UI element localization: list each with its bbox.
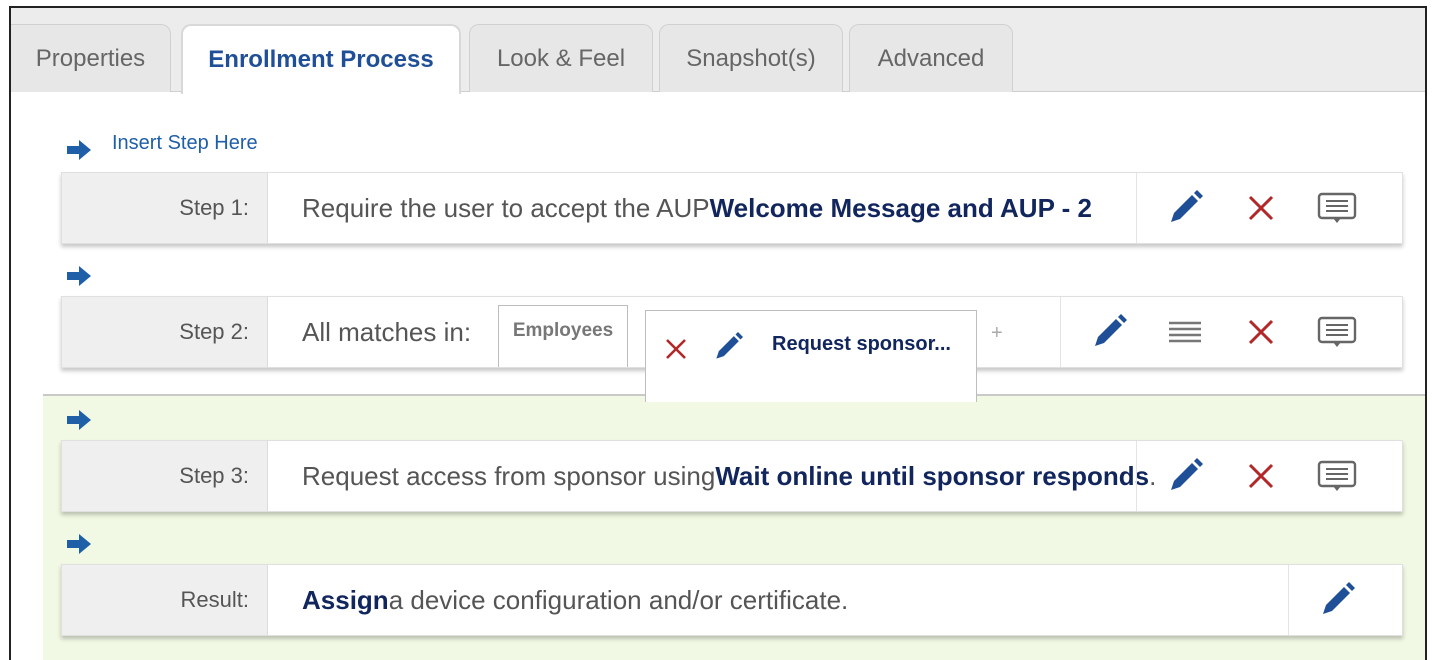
tab-look-and-feel[interactable]: Look & Feel — [469, 24, 653, 92]
step-description: All matches in: — [302, 297, 471, 367]
step-text: Request access from sponsor using — [302, 460, 716, 491]
step-sponsor-link[interactable]: Wait online until sponsor responds — [715, 461, 1149, 492]
tab-enrollment-process[interactable]: Enrollment Process — [181, 24, 461, 94]
tab-properties[interactable]: Properties — [11, 24, 171, 92]
result-row: Result: Assign a device configuration an… — [61, 564, 1403, 636]
insert-step-link[interactable]: Insert Step Here — [112, 132, 258, 155]
add-action-button[interactable]: + — [991, 322, 1003, 345]
result-label: Result: — [62, 565, 268, 635]
step-text: Require the user to accept the AUP — [302, 192, 710, 223]
close-icon[interactable] — [656, 329, 696, 369]
pencil-icon[interactable] — [708, 327, 748, 367]
step-label: Step 2: — [62, 297, 268, 367]
message-icon[interactable] — [1317, 456, 1357, 496]
tab-advanced[interactable]: Advanced — [849, 24, 1013, 92]
result-actions — [1288, 565, 1404, 635]
step-description: Require the user to accept the AUP Welco… — [302, 173, 1092, 243]
close-icon[interactable] — [1241, 456, 1281, 496]
sponsor-action-tab: Request sponsor... — [645, 310, 977, 402]
result-description: Assign a device configuration and/or cer… — [302, 565, 848, 635]
arrow-right-icon — [67, 410, 91, 430]
result-text: a device configuration and/or certificat… — [388, 584, 849, 615]
step-label: Step 1: — [62, 173, 268, 243]
message-icon[interactable] — [1317, 312, 1357, 352]
step-actions — [1136, 441, 1404, 511]
pencil-icon[interactable] — [1165, 456, 1205, 496]
assign-link[interactable]: Assign — [302, 585, 389, 616]
step-actions — [1136, 173, 1404, 243]
close-icon[interactable] — [1241, 188, 1281, 228]
identity-group-chip[interactable]: Employees — [498, 305, 628, 367]
step-row-3: Step 3: Request access from sponsor usin… — [61, 440, 1403, 512]
menu-lines-icon[interactable] — [1165, 312, 1205, 352]
arrow-right-icon — [67, 140, 91, 160]
pencil-icon[interactable] — [1089, 312, 1129, 352]
pencil-icon[interactable] — [1165, 188, 1205, 228]
step-aup-link[interactable]: Welcome Message and AUP - 2 — [710, 193, 1092, 224]
step-actions — [1060, 297, 1404, 367]
tab-snapshots[interactable]: Snapshot(s) — [659, 24, 843, 92]
step-text: All matches in: — [302, 316, 472, 347]
tab-bar: Properties Enrollment Process Look & Fee… — [11, 8, 1425, 94]
step-label: Step 3: — [62, 441, 268, 511]
pencil-icon[interactable] — [1317, 580, 1357, 620]
enrollment-window: Properties Enrollment Process Look & Fee… — [9, 6, 1427, 660]
arrow-right-icon — [67, 266, 91, 286]
arrow-right-icon — [67, 534, 91, 554]
step-row-1: Step 1: Require the user to accept the A… — [61, 172, 1403, 244]
step-description: Request access from sponsor using Wait o… — [302, 441, 1156, 511]
enrollment-process-panel: Insert Step Here Step 1: Require the use… — [11, 92, 1425, 660]
message-icon[interactable] — [1317, 188, 1357, 228]
sponsor-action-title[interactable]: Request sponsor... — [772, 333, 951, 356]
close-icon[interactable] — [1241, 312, 1281, 352]
